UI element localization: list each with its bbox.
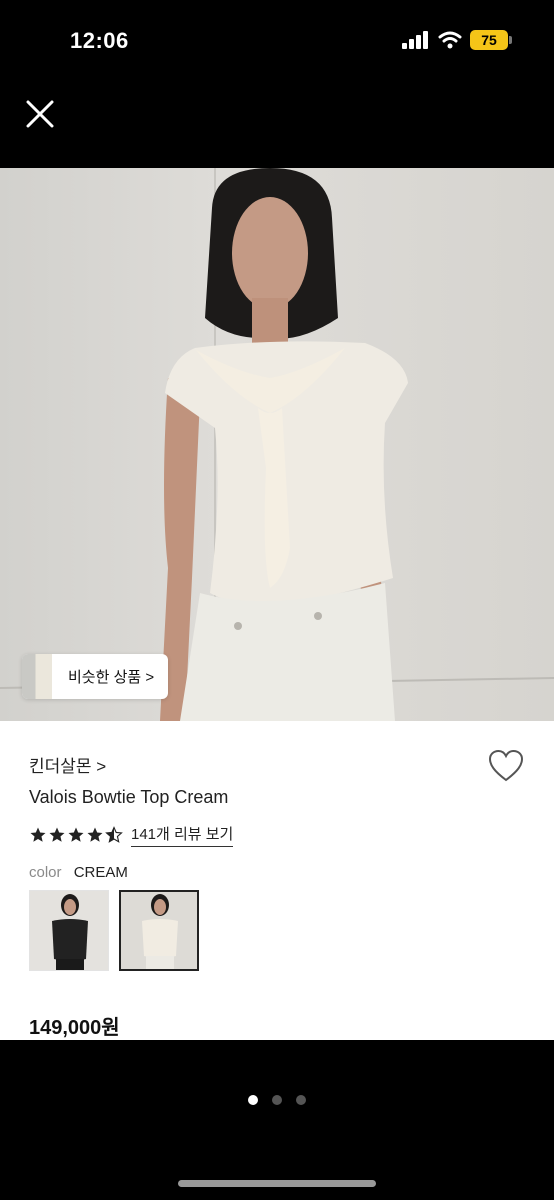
swatch-cream[interactable] [119, 890, 199, 971]
page-indicator [0, 1095, 554, 1105]
color-row: color CREAM [29, 864, 128, 881]
battery-icon: 75 [470, 30, 512, 50]
home-indicator[interactable] [178, 1180, 376, 1187]
wifi-icon [438, 31, 462, 49]
similar-products-label: 비슷한 상품 > [68, 669, 155, 686]
star-icon [30, 827, 46, 842]
rating-row: 141개 리뷰 보기 [29, 823, 234, 847]
product-photo [0, 168, 554, 721]
battery-level: 75 [481, 32, 497, 48]
star-icon [68, 827, 84, 842]
close-icon[interactable] [22, 96, 58, 132]
product-name: Valois Bowtie Top Cream [29, 787, 229, 807]
color-swatches [29, 890, 199, 971]
star-icon [49, 827, 65, 842]
page-dot-1[interactable] [248, 1095, 258, 1105]
price: 149,000원 [29, 1017, 120, 1039]
top-bar [0, 80, 554, 160]
star-rating [29, 826, 123, 844]
product-details: 킨더살몬 > Valois Bowtie Top Cream 141개 리뷰 보… [0, 721, 554, 1040]
star-half-icon [105, 826, 123, 843]
status-bar: 12:06 75 [0, 0, 554, 80]
similar-products-button[interactable]: 비슷한 상품 > [22, 654, 169, 699]
brand-link[interactable]: 킨더살몬 > [29, 752, 106, 777]
swatch-cream-image [121, 892, 197, 969]
reviews-link[interactable]: 141개 리뷰 보기 [131, 823, 234, 847]
page-dot-2[interactable] [272, 1095, 282, 1105]
color-label: color [29, 864, 62, 881]
color-value: CREAM [73, 864, 128, 881]
page-dot-3[interactable] [296, 1095, 306, 1105]
swatch-black[interactable] [29, 890, 109, 971]
similar-products-thumbnail [22, 654, 52, 699]
signal-icon [402, 31, 428, 49]
heart-icon[interactable] [488, 749, 524, 783]
status-icons: 75 [402, 30, 512, 50]
status-time: 12:06 [70, 28, 129, 53]
swatch-black-image [30, 891, 108, 970]
product-image[interactable]: 비슷한 상품 > [0, 168, 554, 721]
star-icon [87, 827, 103, 842]
